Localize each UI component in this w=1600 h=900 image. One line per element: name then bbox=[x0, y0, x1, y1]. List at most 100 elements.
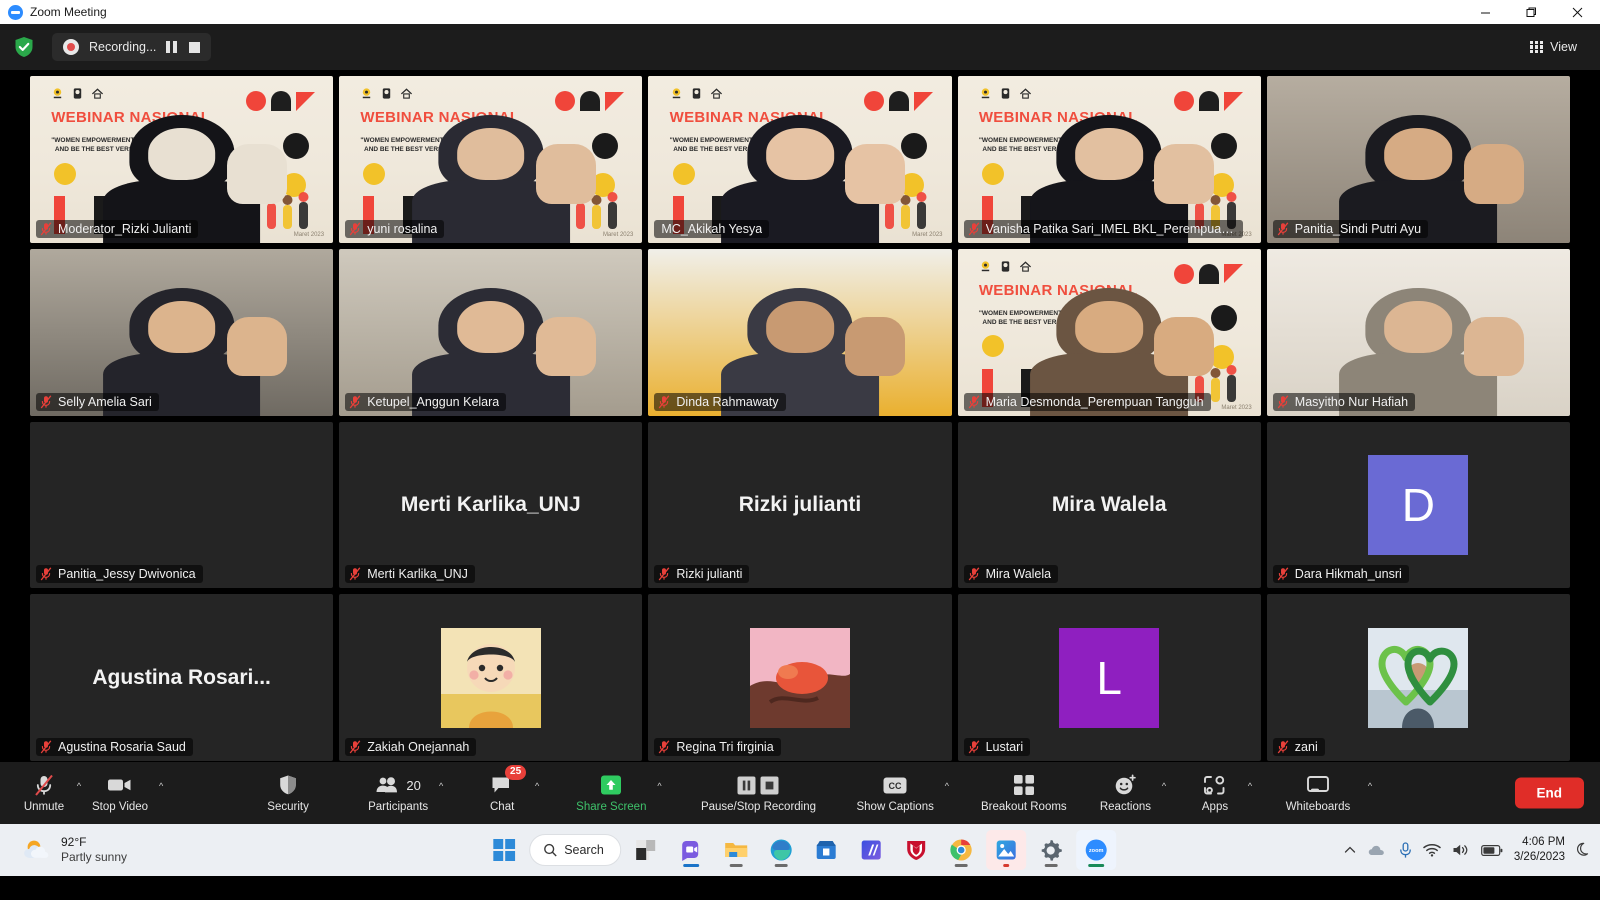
file-explorer-icon[interactable] bbox=[716, 830, 756, 870]
taskbar-weather-widget[interactable]: 92°F Partly sunny bbox=[10, 835, 127, 865]
whiteboards-caret[interactable]: ^ bbox=[1363, 766, 1377, 820]
security-button[interactable]: Security bbox=[260, 766, 316, 820]
video-feed bbox=[339, 76, 643, 243]
reactions-smiley-icon bbox=[1114, 773, 1137, 797]
windows-start-icon[interactable] bbox=[484, 830, 524, 870]
audio-options-caret[interactable]: ^ bbox=[72, 766, 86, 820]
participant-tile[interactable]: Selly Amelia Sari bbox=[30, 248, 334, 416]
participant-tile[interactable]: Agustina Rosari... Agustina Rosaria Saud bbox=[30, 594, 334, 761]
participant-name-bar: Panitia_Jessy Dwivonica bbox=[36, 565, 203, 584]
stop-video-button[interactable]: Stop Video bbox=[86, 766, 154, 820]
video-feed bbox=[957, 248, 1261, 416]
microphone-in-use-icon[interactable] bbox=[1399, 841, 1412, 859]
participant-tile[interactable]: Ketupel_Anggun Kelara bbox=[339, 248, 643, 416]
participant-tile[interactable]: Panitia_Sindi Putri Ayu bbox=[1266, 76, 1570, 243]
participant-tile[interactable]: Regina Tri firginia bbox=[648, 594, 952, 761]
pause-stop-recording-button[interactable]: Pause/Stop Recording bbox=[688, 766, 828, 820]
pause-recording-icon[interactable] bbox=[166, 41, 178, 53]
participant-name: Panitia_Sindi Putri Ayu bbox=[1294, 221, 1422, 236]
participant-name: Dara Hikmah_unsri bbox=[1294, 567, 1402, 582]
participants-caret[interactable]: ^ bbox=[434, 766, 448, 820]
participant-name: Selly Amelia Sari bbox=[58, 394, 152, 409]
volume-icon[interactable] bbox=[1452, 843, 1470, 857]
muted-microphone-icon bbox=[1277, 567, 1289, 581]
participant-tile[interactable]: WEBINAR NASIONAL "WOMEN EMPOWERMENT : OV… bbox=[957, 76, 1261, 243]
encryption-shield-icon[interactable] bbox=[14, 36, 34, 58]
video-options-caret[interactable]: ^ bbox=[154, 766, 168, 820]
participant-name-bar: Dinda Rahmawaty bbox=[654, 392, 786, 411]
mcafee-shield-icon[interactable] bbox=[896, 830, 936, 870]
blue-gradient-app-icon[interactable] bbox=[851, 830, 891, 870]
video-feed bbox=[957, 76, 1261, 243]
window-title: Zoom Meeting bbox=[30, 5, 107, 19]
chat-caret[interactable]: ^ bbox=[530, 766, 544, 820]
close-button[interactable] bbox=[1554, 0, 1600, 24]
illustration-avatar bbox=[749, 627, 850, 728]
participant-name-avatar: Rizki julianti bbox=[738, 492, 862, 516]
clock-time: 4:06 PM bbox=[1522, 836, 1565, 849]
reactions-caret[interactable]: ^ bbox=[1157, 766, 1171, 820]
chat-label: Chat bbox=[490, 801, 515, 813]
participant-tile[interactable]: Zakiah Onejannah bbox=[339, 594, 643, 761]
pause-stop-recording-label: Pause/Stop Recording bbox=[700, 801, 817, 813]
onedrive-icon[interactable] bbox=[1368, 843, 1388, 857]
participant-tile[interactable]: WEBINAR NASIONAL "WOMEN EMPOWERMENT : OV… bbox=[30, 76, 334, 243]
weather-temperature: 92°F bbox=[61, 835, 87, 849]
unmute-button[interactable]: Unmute bbox=[16, 766, 72, 820]
svg-text:CC: CC bbox=[889, 781, 902, 791]
participant-tile[interactable]: D Dara Hikmah_unsri bbox=[1266, 421, 1570, 589]
apps-button[interactable]: Apps bbox=[1187, 766, 1243, 820]
muted-microphone-icon bbox=[659, 394, 670, 408]
zoom-app-icon[interactable]: zoom bbox=[1075, 830, 1116, 870]
participant-tile[interactable]: Merti Karlika_UNJ Merti Karlika_UNJ bbox=[339, 421, 643, 589]
file-explorer-dark-icon[interactable] bbox=[626, 830, 666, 870]
participant-tile[interactable]: WEBINAR NASIONAL "WOMEN EMPOWERMENT : OV… bbox=[957, 248, 1261, 416]
muted-microphone-icon bbox=[968, 567, 979, 581]
participant-name-bar: Vanisha Patika Sari_IMEL BKL_Perempuan T… bbox=[963, 219, 1243, 238]
participant-tile[interactable]: L Lustari bbox=[957, 594, 1261, 761]
participant-name-bar: yuni rosalina bbox=[345, 219, 445, 238]
show-hidden-icons-icon[interactable] bbox=[1343, 843, 1357, 857]
breakout-rooms-button[interactable]: Breakout Rooms bbox=[972, 766, 1076, 820]
system-tray: 4:06 PM 3/26/2023 bbox=[1343, 835, 1592, 865]
participant-name-bar: Agustina Rosaria Saud bbox=[36, 738, 193, 756]
participant-tile[interactable]: Dinda Rahmawaty bbox=[648, 248, 952, 416]
whiteboards-button[interactable]: Whiteboards bbox=[1273, 766, 1363, 820]
participant-name: Maria Desmonda_Perempuan Tangguh bbox=[985, 394, 1204, 409]
participant-tile[interactable]: Masyitho Nur Hafiah bbox=[1266, 248, 1570, 416]
participant-tile[interactable]: Mira Walela Mira Walela bbox=[957, 421, 1261, 589]
stop-recording-icon[interactable] bbox=[189, 41, 201, 53]
chat-button[interactable]: 25 Chat bbox=[474, 765, 530, 820]
google-chrome-icon[interactable] bbox=[941, 830, 981, 870]
minimize-button[interactable] bbox=[1462, 0, 1508, 24]
meet-app-icon[interactable] bbox=[671, 830, 711, 870]
participant-tile[interactable]: Panitia_Jessy Dwivonica bbox=[30, 421, 334, 589]
participant-tile[interactable]: WEBINAR NASIONAL "WOMEN EMPOWERMENT : OV… bbox=[648, 76, 952, 243]
search-input[interactable]: Search bbox=[529, 834, 621, 866]
battery-icon[interactable] bbox=[1480, 844, 1503, 857]
view-button[interactable]: View bbox=[1521, 35, 1586, 59]
maximize-button[interactable] bbox=[1508, 0, 1554, 24]
share-caret[interactable]: ^ bbox=[652, 766, 666, 820]
settings-gear-icon[interactable] bbox=[1031, 830, 1071, 870]
share-screen-button[interactable]: Share Screen bbox=[570, 766, 652, 820]
participant-tile[interactable]: zani bbox=[1266, 594, 1570, 761]
wifi-icon[interactable] bbox=[1423, 843, 1441, 857]
microsoft-store-icon[interactable] bbox=[806, 830, 846, 870]
closed-captions-icon: CC bbox=[883, 773, 907, 797]
taskbar-clock[interactable]: 4:06 PM 3/26/2023 bbox=[1514, 835, 1565, 865]
microsoft-edge-icon[interactable] bbox=[761, 830, 801, 870]
do-not-disturb-icon[interactable] bbox=[1576, 841, 1592, 859]
participant-tile[interactable]: Rizki julianti Rizki julianti bbox=[648, 421, 952, 589]
captions-caret[interactable]: ^ bbox=[940, 766, 954, 820]
end-meeting-button[interactable]: End bbox=[1514, 777, 1584, 809]
photos-app-icon[interactable] bbox=[985, 830, 1026, 870]
video-stage: WEBINAR NASIONAL "WOMEN EMPOWERMENT : OV… bbox=[0, 70, 1600, 762]
participant-tile[interactable]: WEBINAR NASIONAL "WOMEN EMPOWERMENT : OV… bbox=[339, 76, 643, 243]
participants-button[interactable]: 20 Participants bbox=[362, 766, 434, 820]
show-captions-button[interactable]: CC Show Captions bbox=[850, 766, 939, 820]
apps-caret[interactable]: ^ bbox=[1243, 766, 1257, 820]
apps-icon bbox=[1203, 773, 1226, 797]
reactions-button[interactable]: Reactions bbox=[1094, 766, 1157, 820]
participant-name-bar: MC_Akikah Yesya bbox=[654, 219, 770, 238]
